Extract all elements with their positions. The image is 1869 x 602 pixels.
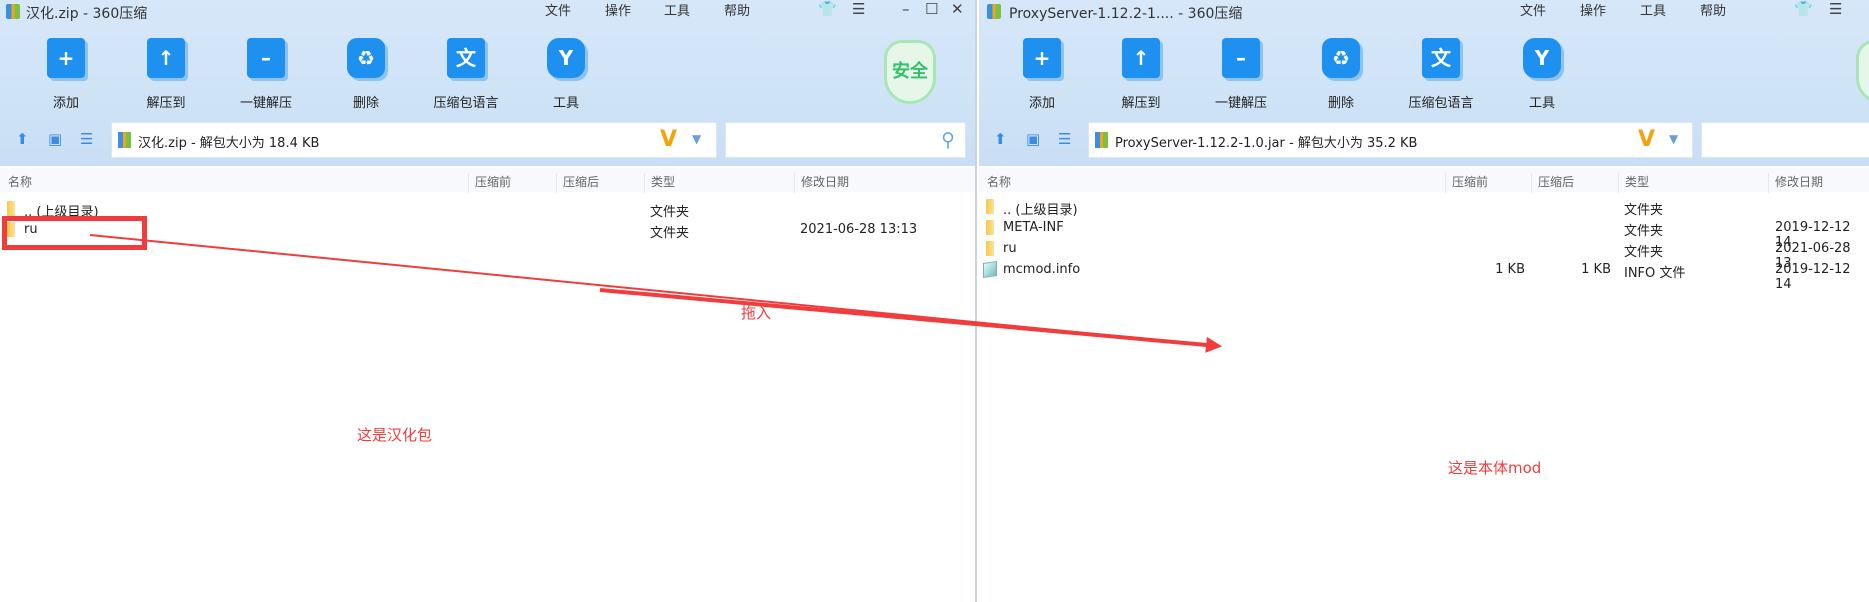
drag-arrow — [89, 234, 1222, 353]
left-note: 这是汉化包 — [357, 426, 433, 444]
drag-label: 拖入 — [741, 304, 772, 322]
right-note: 这是本体mod — [1448, 459, 1542, 477]
